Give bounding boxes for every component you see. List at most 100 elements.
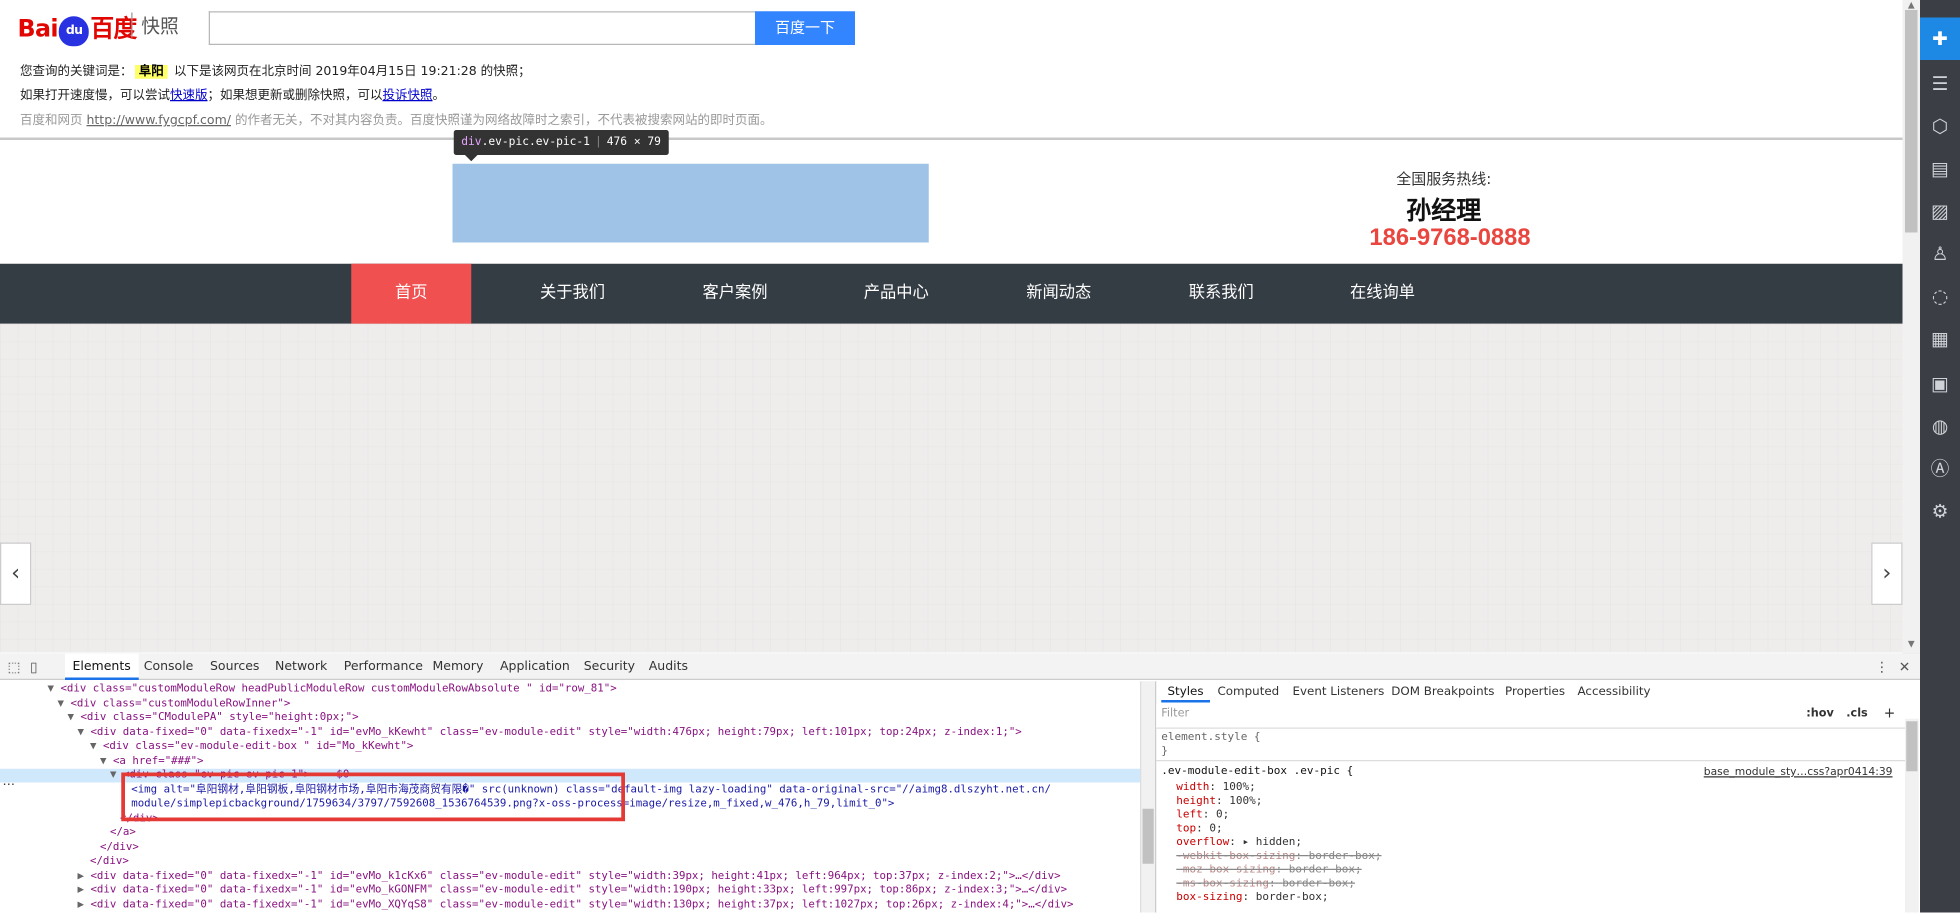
tab-event-listeners[interactable]: Event Listeners	[1286, 681, 1390, 702]
font-icon[interactable]: Ⓐ	[1920, 448, 1960, 491]
tab-sources[interactable]: Sources	[203, 654, 267, 680]
page-scrollbar-thumb[interactable]	[1905, 10, 1918, 233]
prop-value: 100%;	[1229, 795, 1263, 808]
prop-value: 0;	[1209, 822, 1223, 836]
tab-computed[interactable]: Computed	[1211, 681, 1285, 702]
tab-security[interactable]: Security	[576, 654, 642, 680]
dom-node[interactable]: ▼ <div class="customModuleRowInner">	[58, 697, 1141, 711]
nav-item-home[interactable]: 首页	[351, 263, 472, 324]
chat-icon[interactable]: ◌	[1920, 275, 1960, 318]
carousel-prev-button[interactable]: ‹	[0, 542, 32, 605]
fast-version-link[interactable]: 快速版	[170, 89, 208, 103]
nav-item-inquiry[interactable]: 在线询单	[1323, 264, 1443, 324]
settings-icon[interactable]: ⚙	[1920, 490, 1960, 533]
help-prefix: 如果打开速度慢，可以尝试	[20, 88, 170, 103]
wechat-icon[interactable]: ◍	[1920, 405, 1960, 448]
plus-cross-icon[interactable]: ✚	[1920, 17, 1960, 60]
tab-accessibility[interactable]: Accessibility	[1571, 681, 1657, 702]
inspect-cursor-icon[interactable]: ⬚	[8, 654, 21, 680]
dom-node[interactable]: ▼ <a href="###">	[100, 754, 1140, 768]
tab-styles[interactable]: Styles	[1161, 681, 1210, 703]
new-rule-button[interactable]: +	[1884, 705, 1896, 721]
dom-node[interactable]: ▶ <div data-fixed="0" data-fixedx="-1" i…	[78, 884, 1141, 898]
collapse-triangle-icon[interactable]: ▼	[110, 769, 116, 782]
collapse-triangle-icon[interactable]: ▼	[90, 740, 96, 753]
dom-node-text: </a>	[110, 826, 136, 839]
search-input[interactable]	[208, 11, 757, 45]
dom-node[interactable]: ▶ <div data-fixed="0" data-fixedx="-1" i…	[78, 898, 1141, 912]
dom-node[interactable]: ▶ <div data-fixed="0" data-fixedx="-1" i…	[78, 869, 1141, 883]
scroll-up-icon[interactable]: ▲	[1903, 0, 1921, 10]
carousel-next-button[interactable]: ›	[1871, 542, 1903, 605]
dom-node[interactable]: ▼ <div data-fixed="0" data-fixedx="-1" i…	[78, 726, 1141, 740]
style-property[interactable]: height: 100%;	[1176, 795, 1262, 809]
list-icon[interactable]: ☰	[1920, 63, 1960, 106]
tab-dom-breakpoints[interactable]: DOM Breakpoints	[1385, 681, 1501, 702]
rule-selector[interactable]: .ev-module-edit-box .ev-pic {	[1161, 765, 1353, 779]
dom-node[interactable]: ▼ <div class="customModuleRow headPublic…	[48, 683, 1141, 697]
expand-triangle-icon[interactable]: ▶	[78, 869, 84, 882]
collapse-triangle-icon[interactable]: ▼	[78, 726, 84, 739]
nav-item-products[interactable]: 产品中心	[836, 264, 956, 324]
more-options-icon[interactable]: ⋮	[1875, 654, 1889, 680]
collapse-triangle-icon[interactable]: ▼	[100, 754, 106, 767]
style-property[interactable]: top: 0;	[1176, 823, 1222, 837]
styles-scrollbar-thumb[interactable]	[1906, 721, 1918, 772]
device-toolbar-icon[interactable]: ▯	[30, 654, 38, 680]
tab-properties[interactable]: Properties	[1499, 681, 1572, 702]
node-actions-icon[interactable]: …	[3, 775, 16, 789]
dom-node[interactable]: ▼ <div class="ev-module-edit-box " id="M…	[90, 740, 1140, 754]
dom-node-text: <div data-fixed="0" data-fixedx="-1" id=…	[90, 883, 1068, 897]
collapse-triangle-icon[interactable]: ▼	[58, 697, 64, 710]
dom-node[interactable]: ▼ <div class="CModulePA" style="height:0…	[68, 711, 1141, 725]
tab-elements[interactable]: Elements	[65, 653, 139, 680]
element-style-open[interactable]: element.style {	[1161, 731, 1260, 745]
tab-network[interactable]: Network	[268, 654, 335, 680]
image-icon[interactable]: ▨	[1920, 190, 1960, 233]
close-devtools-icon[interactable]: ✕	[1899, 654, 1911, 680]
style-property[interactable]: overflow: ▸ hidden;	[1176, 836, 1302, 850]
tab-memory[interactable]: Memory	[425, 654, 491, 680]
prop-name: -moz-box-sizing	[1176, 863, 1276, 877]
devtools-tab-bar: ⬚ ▯ Elements Console Sources Network Per…	[0, 653, 1920, 680]
hotline-phone: 186-9768-0888	[1369, 225, 1531, 252]
collapse-triangle-icon[interactable]: ▼	[48, 683, 54, 696]
rule-source-link[interactable]: base_module_sty…css?apr0414:39	[1704, 766, 1893, 779]
dom-node[interactable]: </a>	[110, 826, 1140, 840]
scroll-down-icon[interactable]: ▼	[1903, 639, 1921, 649]
style-property-overridden[interactable]: -ms-box-sizing: border-box;	[1176, 878, 1355, 892]
expand-triangle-icon[interactable]: ▶	[78, 898, 84, 911]
elements-scrollbar-thumb[interactable]	[1142, 808, 1154, 864]
document-icon[interactable]: ▤	[1920, 148, 1960, 191]
style-property-overridden[interactable]: -moz-box-sizing: border-box;	[1176, 864, 1361, 878]
collapse-triangle-icon[interactable]: ▼	[68, 711, 74, 724]
styles-filter-input[interactable]: Filter	[1161, 708, 1536, 721]
report-snapshot-link[interactable]: 投诉快照	[383, 89, 433, 103]
nav-item-cases[interactable]: 客户案例	[675, 264, 795, 324]
nav-item-news[interactable]: 新闻动态	[999, 264, 1119, 324]
tab-console[interactable]: Console	[136, 654, 201, 680]
elements-scrollbar[interactable]	[1140, 681, 1155, 913]
nav-item-about[interactable]: 关于我们	[513, 264, 633, 324]
dom-node[interactable]: </div>	[90, 855, 1140, 869]
tab-audits[interactable]: Audits	[641, 654, 695, 680]
hover-state-toggle[interactable]: :hov	[1806, 708, 1834, 721]
dom-node-text: <div data-fixed="0" data-fixedx="-1" id=…	[90, 725, 1022, 739]
prop-name: -webkit-box-sizing	[1176, 850, 1296, 863]
tab-performance[interactable]: Performance	[336, 654, 430, 680]
user-icon[interactable]: ♙	[1920, 233, 1960, 276]
class-toggle[interactable]: .cls	[1846, 708, 1868, 721]
news-icon[interactable]: ▣	[1920, 363, 1960, 406]
nav-item-contact[interactable]: 联系我们	[1161, 264, 1281, 324]
source-url-link[interactable]: http://www.fygcpf.com/	[86, 114, 230, 128]
dom-node[interactable]: </div>	[100, 841, 1140, 855]
search-button[interactable]: 百度一下	[755, 11, 855, 45]
expand-triangle-icon[interactable]: ▶	[78, 884, 84, 897]
style-property[interactable]: left: 0;	[1176, 809, 1229, 823]
tab-application[interactable]: Application	[493, 654, 578, 680]
cube-icon[interactable]: ⬡	[1920, 105, 1960, 148]
style-property-overridden[interactable]: -webkit-box-sizing: border-box;	[1176, 850, 1381, 864]
style-property[interactable]: box-sizing: border-box;	[1176, 891, 1328, 905]
grid-icon[interactable]: ▦	[1920, 318, 1960, 361]
style-property[interactable]: width: 100%;	[1176, 781, 1255, 795]
